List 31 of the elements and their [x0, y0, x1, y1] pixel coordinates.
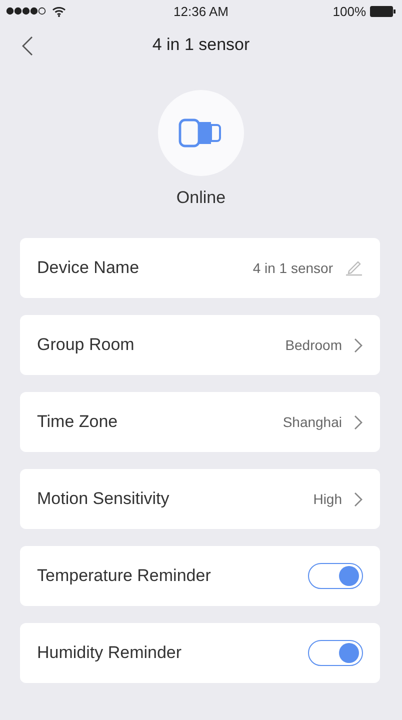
toggle-switch[interactable] [308, 563, 363, 589]
setting-row[interactable]: Group Room Bedroom [20, 315, 380, 375]
setting-value: Shanghai [282, 414, 342, 430]
setting-value: Bedroom [285, 337, 342, 353]
device-status: Online [176, 188, 226, 208]
sensor-icon [178, 118, 224, 148]
battery-percent: 100% [332, 4, 366, 18]
page-title: 4 in 1 sensor [152, 35, 250, 55]
chevron-right-icon [354, 338, 363, 352]
chevron-right-icon [354, 492, 363, 506]
setting-value: High [313, 491, 342, 507]
setting-label: Device Name [37, 258, 140, 278]
clock-time: 12:36 AM [174, 4, 228, 18]
toggle-switch[interactable] [308, 640, 363, 666]
setting-row[interactable]: Humidity Reminder [20, 623, 380, 683]
setting-row[interactable]: Motion Sensitivity High [20, 469, 380, 529]
setting-row[interactable]: Time Zone Shanghai [20, 392, 380, 452]
setting-label: Time Zone [37, 412, 119, 432]
setting-value: 4 in 1 sensor [252, 260, 333, 276]
setting-label: Motion Sensitivity [37, 489, 170, 509]
setting-label: Temperature Reminder [37, 566, 212, 586]
back-icon [22, 36, 33, 56]
setting-label: Group Room [37, 335, 136, 355]
signal-icon [6, 7, 46, 15]
battery-icon [370, 6, 396, 16]
setting-row[interactable]: Device Name 4 in 1 sensor [20, 238, 380, 298]
setting-row[interactable]: Temperature Reminder [20, 546, 380, 606]
wifi-icon [52, 6, 66, 16]
setting-label: Humidity Reminder [37, 643, 183, 663]
chevron-right-icon [354, 414, 363, 430]
pencil-icon[interactable] [345, 260, 363, 276]
